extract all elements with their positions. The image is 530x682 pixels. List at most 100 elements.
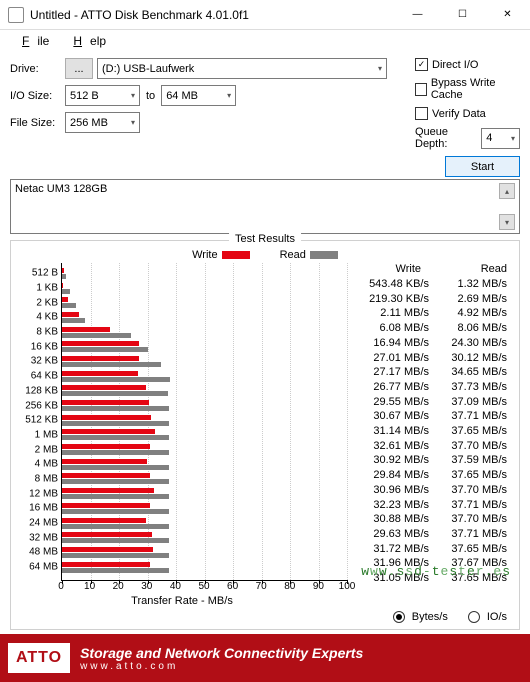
drive-select[interactable]: (D:) USB-Laufwerk▾ xyxy=(97,58,387,79)
cell-read: 37.65 MB/s xyxy=(429,571,507,586)
test-results-title: Test Results xyxy=(229,233,301,245)
legend-read: Read xyxy=(280,249,338,261)
scroll-up-button[interactable]: ▴ xyxy=(499,183,515,199)
cell-write: 29.55 MB/s xyxy=(351,395,429,410)
cell-read: 30.12 MB/s xyxy=(429,351,507,366)
chart-row: 1 KB xyxy=(62,281,347,296)
direct-io-checkbox[interactable]: ✓ Direct I/O xyxy=(415,58,520,71)
cell-read: 37.67 MB/s xyxy=(429,556,507,571)
bar-read xyxy=(62,274,66,279)
x-axis-label: Transfer Rate - MB/s xyxy=(13,595,351,607)
io-size-from-select[interactable]: 512 B▾ xyxy=(65,85,140,106)
cell-read: 37.70 MB/s xyxy=(429,483,507,498)
table-row: 31.96 MB/s37.67 MB/s xyxy=(351,556,513,571)
minimize-button[interactable]: — xyxy=(395,0,440,29)
menu-help[interactable]: Help xyxy=(57,32,114,50)
bar-write xyxy=(62,283,63,288)
y-tick-label: 2 KB xyxy=(14,297,58,308)
cell-read: 1.32 MB/s xyxy=(429,277,507,292)
table-row: 31.05 MB/s37.65 MB/s xyxy=(351,571,513,586)
y-tick-label: 64 MB xyxy=(14,562,58,573)
bar-write xyxy=(62,444,150,449)
cell-write: 543.48 KB/s xyxy=(351,277,429,292)
footer-url: www.atto.com xyxy=(80,661,522,672)
chart-row: 32 KB xyxy=(62,354,347,369)
bar-read xyxy=(62,377,170,382)
bar-write xyxy=(62,356,139,361)
table-row: 27.17 MB/s34.65 MB/s xyxy=(351,365,513,380)
chart-row: 4 KB xyxy=(62,310,347,325)
table-row: 27.01 MB/s30.12 MB/s xyxy=(351,351,513,366)
table-row: 31.72 MB/s37.65 MB/s xyxy=(351,542,513,557)
maximize-button[interactable]: ☐ xyxy=(440,0,485,29)
bar-write xyxy=(62,268,64,273)
verify-data-checkbox[interactable]: Verify Data xyxy=(415,107,520,120)
table-row: 219.30 KB/s2.69 MB/s xyxy=(351,292,513,307)
io-size-label: I/O Size: xyxy=(10,90,65,102)
table-row: 29.84 MB/s37.65 MB/s xyxy=(351,468,513,483)
cell-read: 8.06 MB/s xyxy=(429,321,507,336)
table-row: 29.63 MB/s37.71 MB/s xyxy=(351,527,513,542)
chevron-down-icon: ▾ xyxy=(131,91,135,100)
bar-write xyxy=(62,518,146,523)
file-size-label: File Size: xyxy=(10,117,65,129)
chevron-down-icon: ▾ xyxy=(378,64,382,73)
bar-read xyxy=(62,435,169,440)
table-row: 16.94 MB/s24.30 MB/s xyxy=(351,336,513,351)
file-size-select[interactable]: 256 MB▾ xyxy=(65,112,140,133)
bar-read xyxy=(62,494,169,499)
close-button[interactable]: ✕ xyxy=(485,0,530,29)
bar-read xyxy=(62,568,169,573)
table-row: 32.23 MB/s37.71 MB/s xyxy=(351,498,513,513)
description-textbox[interactable]: Netac UM3 128GB ▴ ▾ xyxy=(10,179,520,234)
drive-label: Drive: xyxy=(10,63,65,75)
chart-row: 64 KB xyxy=(62,369,347,384)
chart-row: 8 MB xyxy=(62,472,347,487)
scroll-down-button[interactable]: ▾ xyxy=(499,214,515,230)
units-bytes-radio[interactable]: Bytes/s xyxy=(393,611,448,623)
bar-read xyxy=(62,479,169,484)
bar-read xyxy=(62,289,70,294)
queue-depth-select[interactable]: 4▾ xyxy=(481,128,520,149)
cell-write: 219.30 KB/s xyxy=(351,292,429,307)
table-row: 543.48 KB/s1.32 MB/s xyxy=(351,277,513,292)
bar-write xyxy=(62,488,154,493)
cell-write: 31.14 MB/s xyxy=(351,424,429,439)
bar-write xyxy=(62,385,146,390)
y-tick-label: 512 KB xyxy=(14,415,58,426)
cell-write: 32.61 MB/s xyxy=(351,439,429,454)
cell-write: 32.23 MB/s xyxy=(351,498,429,513)
cell-write: 27.17 MB/s xyxy=(351,365,429,380)
browse-button[interactable]: ... xyxy=(65,58,93,79)
start-button[interactable]: Start xyxy=(445,156,520,177)
cell-read: 37.70 MB/s xyxy=(429,439,507,454)
table-row: 6.08 MB/s8.06 MB/s xyxy=(351,321,513,336)
bar-write xyxy=(62,327,110,332)
table-row: 31.14 MB/s37.65 MB/s xyxy=(351,424,513,439)
cell-write: 31.72 MB/s xyxy=(351,542,429,557)
io-size-to-select[interactable]: 64 MB▾ xyxy=(161,85,236,106)
table-row: 2.11 MB/s4.92 MB/s xyxy=(351,306,513,321)
bypass-cache-checkbox[interactable]: Bypass Write Cache xyxy=(415,77,520,101)
cell-read: 37.59 MB/s xyxy=(429,453,507,468)
units-ios-radio[interactable]: IO/s xyxy=(468,611,507,623)
chart: 512 B1 KB2 KB4 KB8 KB16 KB32 KB64 KB128 … xyxy=(13,263,351,607)
chart-row: 512 KB xyxy=(62,413,347,428)
bar-read xyxy=(62,538,169,543)
y-tick-label: 8 MB xyxy=(14,473,58,484)
checkbox-icon xyxy=(415,107,428,120)
cell-read: 37.65 MB/s xyxy=(429,542,507,557)
footer-tagline: Storage and Network Connectivity Experts xyxy=(80,645,522,661)
cell-read: 2.69 MB/s xyxy=(429,292,507,307)
bar-write xyxy=(62,341,139,346)
cell-read: 24.30 MB/s xyxy=(429,336,507,351)
menu-file[interactable]: File xyxy=(6,32,57,50)
chart-row: 16 MB xyxy=(62,501,347,516)
bar-read xyxy=(62,421,169,426)
chart-row: 16 KB xyxy=(62,339,347,354)
legend-write: Write xyxy=(192,249,249,261)
y-tick-label: 24 MB xyxy=(14,518,58,529)
queue-depth-label: Queue Depth: xyxy=(415,126,471,150)
bar-write xyxy=(62,532,152,537)
cell-write: 30.96 MB/s xyxy=(351,483,429,498)
